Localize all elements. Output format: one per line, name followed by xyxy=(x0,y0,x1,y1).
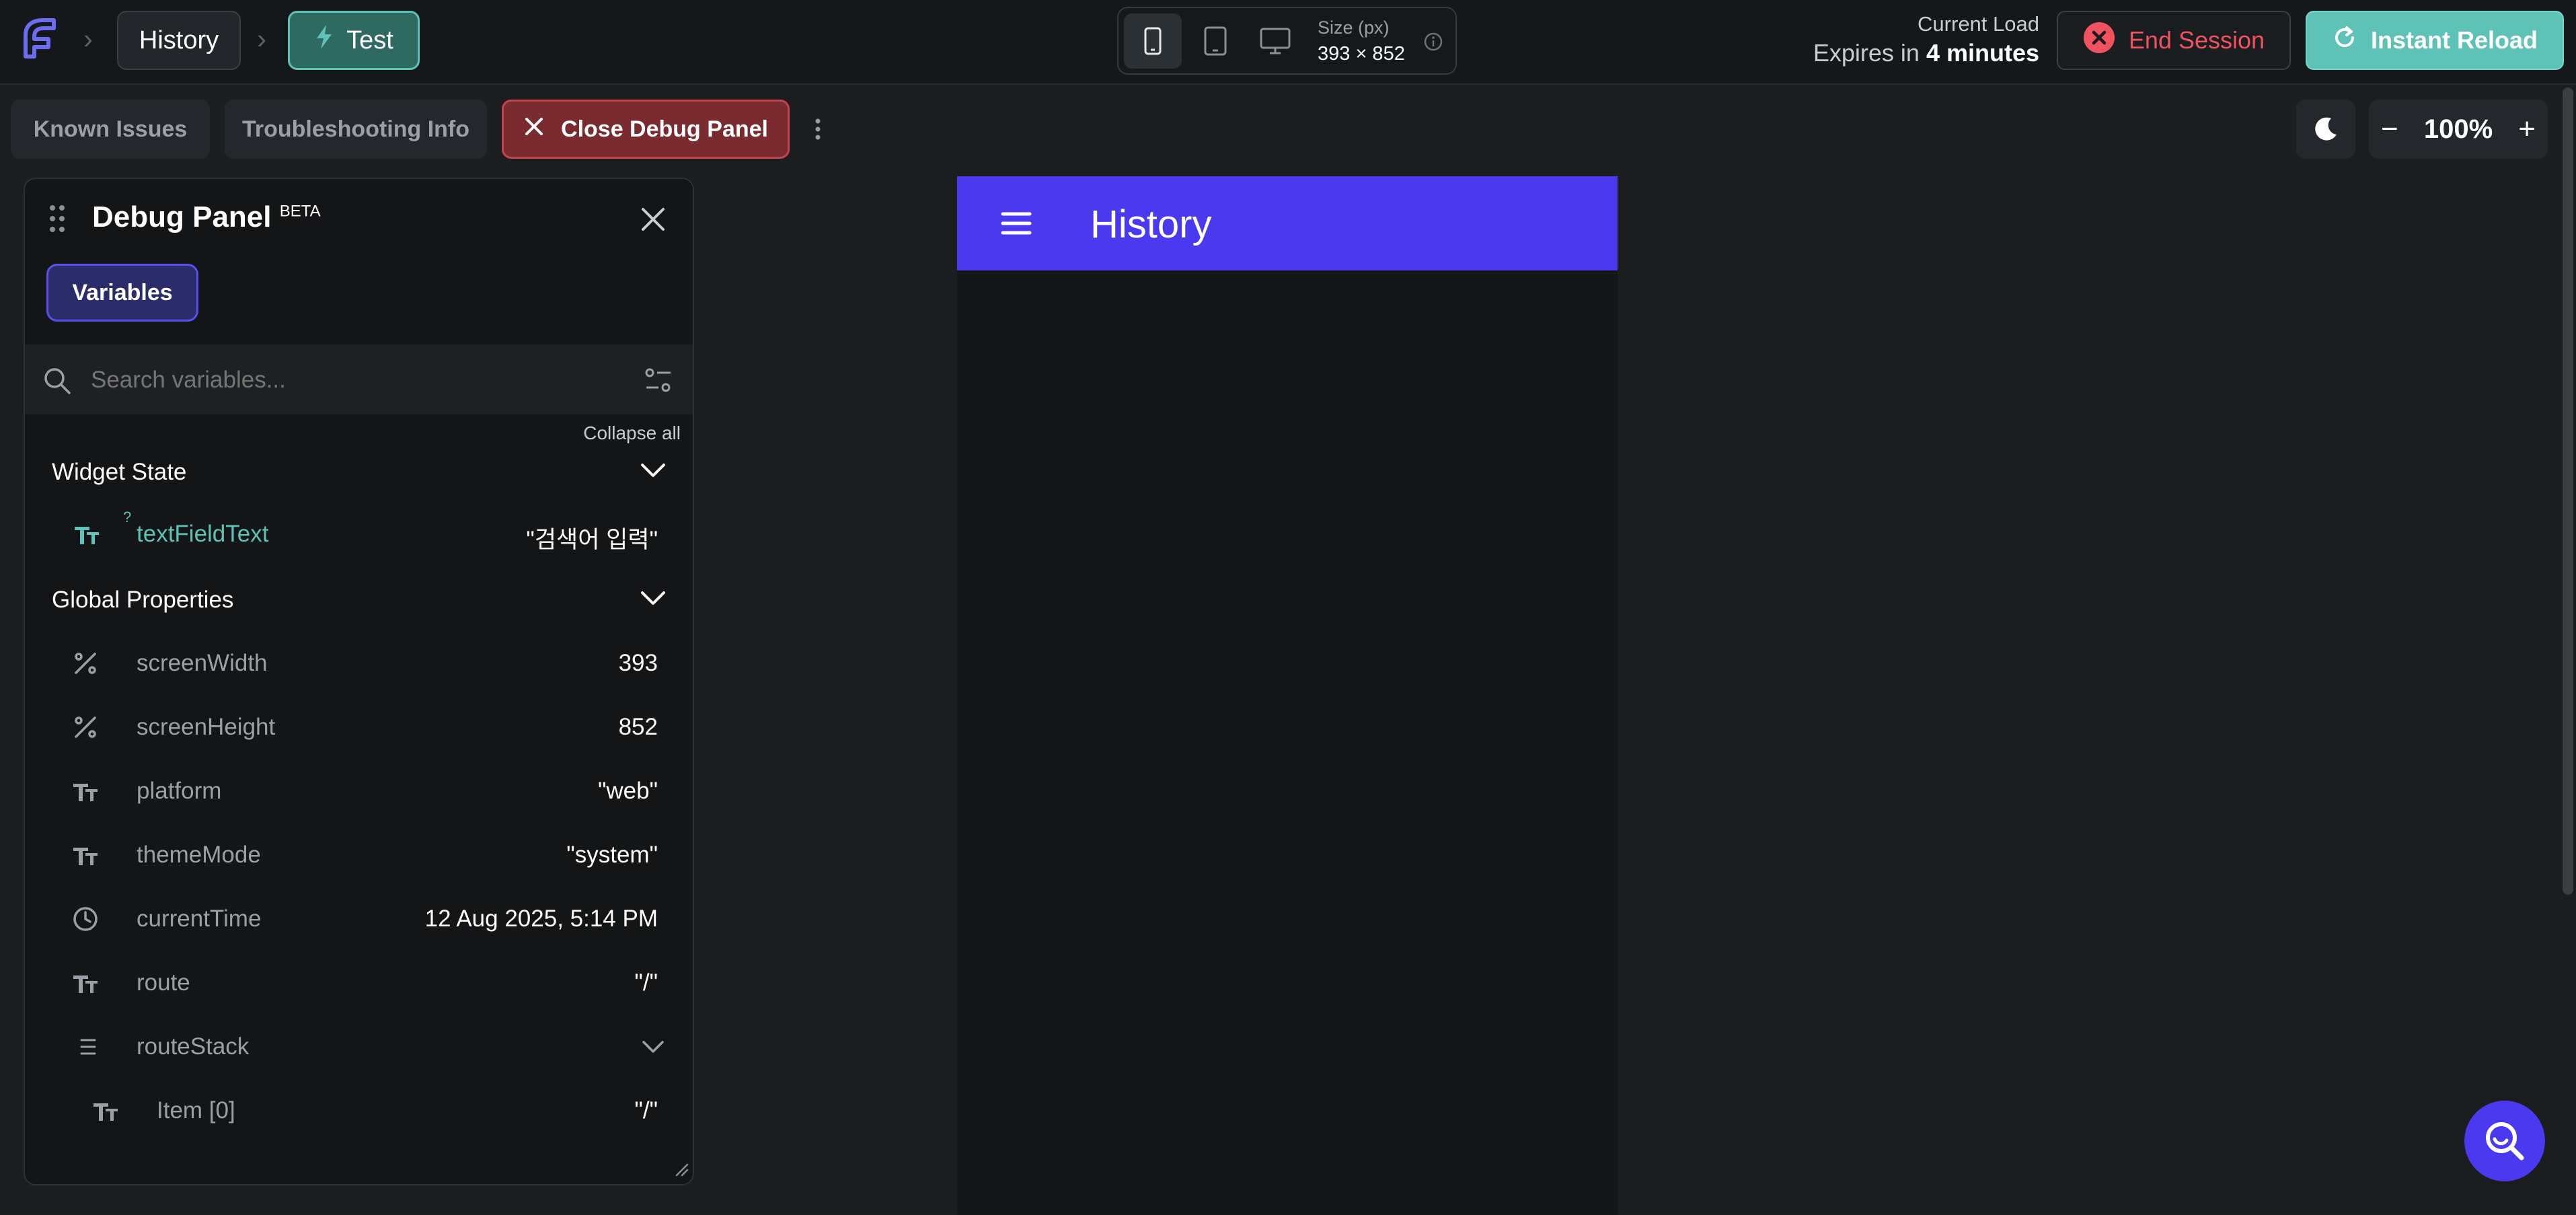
variable-value: "검색어 입력" xyxy=(526,527,658,553)
reload-icon xyxy=(2332,25,2357,57)
clock-icon xyxy=(72,906,99,936)
phone-icon xyxy=(1144,27,1162,55)
chevron-down-icon[interactable] xyxy=(640,462,667,482)
more-options-icon[interactable] xyxy=(811,113,825,145)
variable-value: 393 xyxy=(618,650,658,676)
filter-icon[interactable] xyxy=(644,366,673,399)
flutterflow-logo-icon[interactable] xyxy=(16,15,63,62)
search-input[interactable] xyxy=(89,362,597,398)
end-session-label: End Session xyxy=(2128,26,2265,54)
app-bar-title: History xyxy=(1090,202,1212,246)
close-debug-panel-button[interactable]: Close Debug Panel xyxy=(502,100,790,159)
close-debug-label: Close Debug Panel xyxy=(561,116,768,142)
chevron-down-icon[interactable] xyxy=(641,1039,665,1058)
text-type-icon xyxy=(92,1099,119,1126)
top-bar: › History › Test Size (px) 393 × 852 Cur… xyxy=(0,0,2576,85)
troubleshooting-info-button[interactable]: Troubleshooting Info xyxy=(225,100,487,159)
test-mode-label: Test xyxy=(346,26,393,54)
drag-handle-icon[interactable] xyxy=(48,203,67,237)
variable-name: Item [0] xyxy=(157,1097,235,1124)
zoom-out-icon[interactable]: − xyxy=(2381,112,2398,146)
beta-badge: BETA xyxy=(279,202,321,221)
breadcrumb-chevron-icon: › xyxy=(257,23,266,54)
scrollbar[interactable] xyxy=(2563,87,2573,895)
tab-variables-label: Variables xyxy=(72,279,173,305)
variable-name: textFieldText xyxy=(137,521,269,547)
known-issues-label: Known Issues xyxy=(33,116,188,142)
phone-device-button[interactable] xyxy=(1124,13,1182,69)
search-icon xyxy=(42,366,72,399)
variable-name: platform xyxy=(137,778,222,804)
variable-name: screenWidth xyxy=(137,650,268,676)
variable-name: themeMode xyxy=(137,842,261,868)
desktop-device-button[interactable] xyxy=(1246,13,1304,69)
tab-variables[interactable]: Variables xyxy=(46,264,198,322)
expires-prefix: Expires in xyxy=(1813,39,1926,67)
variable-value: "/" xyxy=(634,969,658,996)
app-bar: History xyxy=(957,176,1618,270)
instant-reload-button[interactable]: Instant Reload xyxy=(2306,11,2564,70)
text-type-icon xyxy=(72,971,99,998)
expires-value: 4 minutes xyxy=(1926,39,2039,67)
test-mode-button[interactable]: Test xyxy=(288,11,420,70)
variable-value: "web" xyxy=(597,778,658,804)
search-bar xyxy=(25,344,693,414)
global-properties-section-title[interactable]: Global Properties xyxy=(52,587,233,614)
optional-marker: ? xyxy=(123,509,132,525)
text-type-icon xyxy=(72,780,99,806)
search-icon xyxy=(2486,1122,2524,1161)
size-label: Size (px) xyxy=(1318,17,1390,38)
tablet-device-button[interactable] xyxy=(1188,13,1242,69)
panel-title-text: Debug Panel xyxy=(92,200,272,233)
zoom-control: − 100% + xyxy=(2369,100,2548,159)
troubleshooting-label: Troubleshooting Info xyxy=(241,116,470,142)
menu-icon[interactable] xyxy=(1000,210,1032,240)
known-issues-button[interactable]: Known Issues xyxy=(11,100,210,159)
dark-mode-toggle[interactable] xyxy=(2296,100,2355,159)
zoom-in-icon[interactable]: + xyxy=(2518,112,2536,146)
text-type-icon xyxy=(72,844,99,870)
number-icon xyxy=(72,714,99,744)
widget-state-section-title[interactable]: Widget State xyxy=(52,459,186,486)
breadcrumb-page-button[interactable]: History xyxy=(117,11,241,70)
info-icon[interactable] xyxy=(1423,31,1444,56)
expires-text: Expires in 4 minutes xyxy=(1813,39,2039,67)
number-icon xyxy=(72,650,99,680)
size-value: 393 × 852 xyxy=(1318,43,1405,65)
panel-title: Debug Panel BETA xyxy=(92,200,321,234)
breadcrumb-page-label: History xyxy=(139,26,219,54)
text-type-icon xyxy=(72,519,102,549)
lightning-icon xyxy=(314,24,334,57)
close-circle-icon xyxy=(2083,22,2115,60)
close-panel-icon[interactable] xyxy=(640,206,667,236)
variable-value: "/" xyxy=(634,1097,658,1124)
end-session-button[interactable]: End Session xyxy=(2057,11,2291,70)
resize-handle-icon[interactable] xyxy=(673,1161,690,1181)
close-icon xyxy=(523,116,545,143)
device-size-selector: Size (px) 393 × 852 xyxy=(1117,7,1457,75)
app-preview: History xyxy=(957,176,1618,1215)
debug-panel: Debug Panel BETA Variables Collapse all … xyxy=(24,178,694,1185)
variable-name: routeStack xyxy=(137,1033,250,1060)
floating-search-button[interactable] xyxy=(2464,1101,2545,1181)
variable-name: currentTime xyxy=(137,906,262,932)
variable-name: screenHeight xyxy=(137,714,276,740)
moon-icon xyxy=(2315,117,2337,141)
variable-name: route xyxy=(137,969,190,996)
instant-reload-label: Instant Reload xyxy=(2370,26,2538,54)
variable-value: 852 xyxy=(618,714,658,740)
chevron-down-icon[interactable] xyxy=(640,589,667,610)
desktop-icon xyxy=(1260,28,1291,54)
collapse-all-button[interactable]: Collapse all xyxy=(583,422,681,444)
variable-value: 12 Aug 2025, 5:14 PM xyxy=(424,906,658,932)
variable-value: "system" xyxy=(566,842,658,868)
tablet-icon xyxy=(1204,26,1227,56)
breadcrumb-chevron-icon: › xyxy=(83,23,93,54)
zoom-level: 100% xyxy=(2423,114,2493,144)
current-load-label: Current Load xyxy=(1918,12,2039,36)
list-icon xyxy=(75,1035,99,1062)
